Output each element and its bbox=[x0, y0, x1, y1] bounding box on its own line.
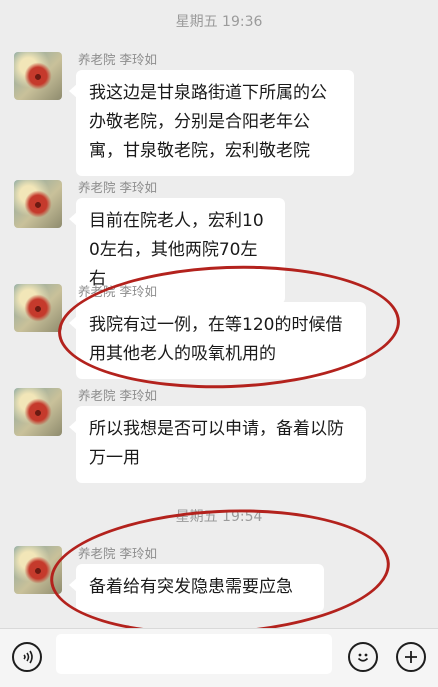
emoji-icon-glyph bbox=[357, 653, 369, 662]
message-bubble[interactable]: 我院有过一例，在等120的时候借用其他老人的吸氧机用的 bbox=[69, 302, 366, 379]
timestamp-1: 星期五 19:36 bbox=[175, 14, 263, 30]
sender-name: 养老院 李玲如 bbox=[78, 388, 157, 403]
avatar[interactable] bbox=[14, 388, 62, 436]
sender-name: 养老院 李玲如 bbox=[78, 180, 157, 195]
sender-name: 养老院 李玲如 bbox=[78, 546, 157, 561]
avatar[interactable] bbox=[14, 52, 62, 100]
plus-icon[interactable] bbox=[396, 642, 426, 672]
message-bubble[interactable]: 我这边是甘泉路街道下所属的公办敬老院，分别是合阳老年公寓，甘泉敬老院，宏利敬老院 bbox=[69, 70, 354, 176]
emoji-icon[interactable] bbox=[348, 642, 378, 672]
message-bubble[interactable]: 备着给有突发隐患需要应急 bbox=[69, 564, 324, 612]
chat-input-bar bbox=[0, 628, 438, 687]
avatar[interactable] bbox=[14, 284, 62, 332]
avatar[interactable] bbox=[14, 546, 62, 594]
voice-icon[interactable] bbox=[12, 642, 42, 672]
avatar[interactable] bbox=[14, 180, 62, 228]
timestamp-2: 星期五 19:54 bbox=[175, 509, 263, 525]
message-input[interactable] bbox=[56, 634, 332, 674]
plus-icon-glyph bbox=[405, 651, 417, 663]
sender-name: 养老院 李玲如 bbox=[78, 52, 157, 67]
voice-icon-glyph bbox=[23, 650, 33, 664]
sender-name: 养老院 李玲如 bbox=[78, 284, 157, 299]
message-bubble[interactable]: 所以我想是否可以申请，备着以防万一用 bbox=[69, 406, 366, 483]
